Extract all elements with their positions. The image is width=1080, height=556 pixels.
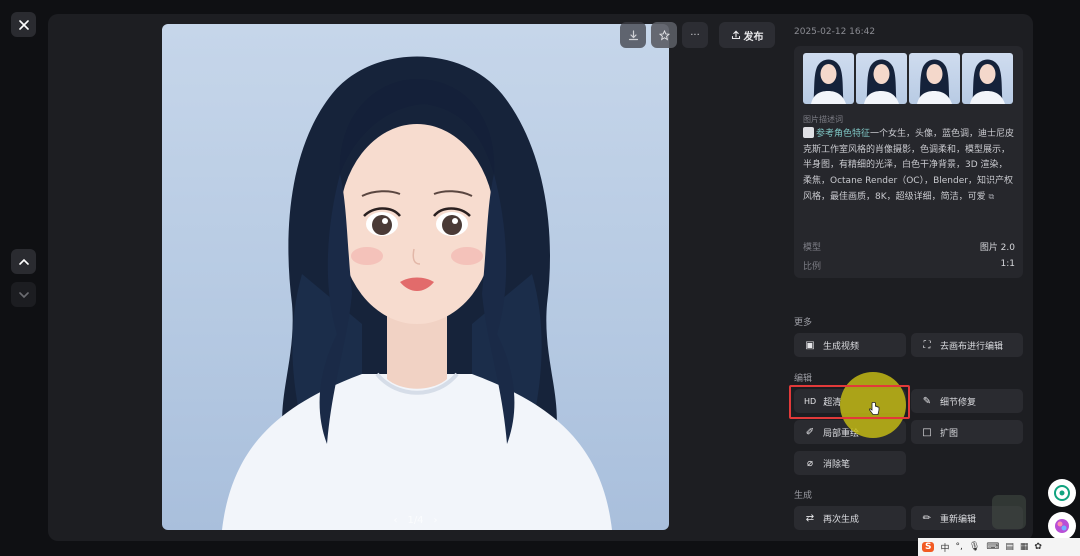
- video-icon: ▣: [805, 339, 815, 351]
- page-indicator: ‹ 1/4 ›: [393, 515, 437, 526]
- section-more-label: 更多: [794, 318, 813, 328]
- reference-tag[interactable]: 参考角色特征: [816, 129, 870, 139]
- publish-label: 发布: [743, 31, 764, 43]
- chevron-up-icon: [18, 258, 29, 265]
- thumbnail-strip: [803, 53, 1013, 104]
- canvas-edit-button[interactable]: ⛶ 去画布进行编辑: [911, 333, 1023, 357]
- ime-punct[interactable]: °,: [956, 542, 963, 552]
- description-body: 一个女生，头像，蓝色调，迪士尼皮克斯工作室风格的肖像摄影，色调柔和，模型展示，半…: [803, 129, 1015, 202]
- highlight-box: [789, 385, 910, 419]
- detail-fix-button[interactable]: ✎ 细节修复: [911, 389, 1023, 413]
- favorite-button[interactable]: [651, 22, 677, 48]
- more-icon: ···: [690, 29, 700, 41]
- meta-key: 比例: [803, 262, 822, 272]
- ai-brain-widget[interactable]: [1048, 512, 1076, 540]
- thumbnail-1[interactable]: [803, 53, 854, 104]
- meta-value: 图片 2.0: [979, 243, 1015, 253]
- regenerate-label: 再次生成: [823, 514, 860, 525]
- page-indicator-text: 1/4: [407, 515, 424, 526]
- generate-video-label: 生成视频: [823, 341, 860, 352]
- eraser-label: 消除笔: [823, 459, 851, 470]
- sogou-ime-icon[interactable]: S: [922, 542, 935, 552]
- magic-wand-icon: ✎: [922, 395, 932, 407]
- reedit-label: 重新编辑: [940, 514, 977, 525]
- page-prev-icon[interactable]: ‹: [393, 515, 397, 526]
- thumbnail-3[interactable]: [909, 53, 960, 104]
- copy-icon[interactable]: ⧉: [989, 192, 995, 201]
- publish-button[interactable]: 发布: [719, 22, 775, 48]
- chevron-down-icon: [18, 291, 29, 298]
- skin-icon[interactable]: ▤: [1005, 542, 1014, 552]
- system-taskbar: S 中 °, 🎙 ⌨ ▤ ▦ ✿: [918, 538, 1080, 556]
- brush-icon: ✐: [805, 426, 815, 438]
- eraser-icon: ⌀: [806, 457, 814, 469]
- section-edit-label: 编辑: [794, 374, 813, 384]
- hand-cursor-icon: [869, 402, 880, 415]
- ime-language[interactable]: 中: [940, 541, 949, 554]
- thumbnail-4[interactable]: [962, 53, 1013, 104]
- chatgpt-widget[interactable]: [1048, 479, 1076, 507]
- close-icon: [18, 19, 29, 30]
- description-text: 参考角色特征一个女生，头像，蓝色调，迪士尼皮克斯工作室风格的肖像摄影，色调柔和，…: [803, 127, 1015, 206]
- watermark-logo: [992, 495, 1026, 529]
- close-button[interactable]: [11, 12, 36, 37]
- description-label: 图片描述词: [803, 115, 843, 124]
- meta-value: 1:1: [1000, 259, 1015, 269]
- star-icon: [658, 29, 670, 40]
- outpaint-button[interactable]: □ 扩图: [911, 420, 1023, 444]
- microphone-icon[interactable]: 🎙: [969, 542, 980, 552]
- grid-icon[interactable]: ▦: [1020, 542, 1029, 552]
- meta-row-ratio: 比例 1:1: [803, 259, 1015, 272]
- expand-icon: □: [922, 426, 932, 438]
- download-icon: [628, 29, 638, 40]
- generate-video-button[interactable]: ▣ 生成视频: [794, 333, 906, 357]
- more-options-button[interactable]: ···: [682, 22, 708, 48]
- portrait-illustration: [222, 56, 612, 530]
- upload-icon: [731, 30, 740, 40]
- download-button[interactable]: [620, 22, 646, 48]
- previous-image-button[interactable]: [11, 249, 36, 274]
- refresh-icon: ⇄: [805, 512, 815, 524]
- canvas-icon: ⛶: [923, 339, 931, 351]
- outpaint-label: 扩图: [940, 428, 959, 439]
- timestamp: 2025-02-12 16:42: [794, 27, 876, 37]
- thumbnail-2[interactable]: [856, 53, 907, 104]
- reference-character-icon: [803, 127, 814, 138]
- assistant-logo-icon: [1054, 485, 1070, 501]
- page-next-icon[interactable]: ›: [434, 515, 438, 526]
- canvas-edit-label: 去画布进行编辑: [940, 341, 1004, 352]
- mascot-icon[interactable]: ✿: [1034, 542, 1042, 552]
- section-generate-label: 生成: [794, 491, 813, 501]
- meta-row-model: 模型 图片 2.0: [803, 240, 1015, 253]
- generated-image[interactable]: ‹ 1/4 ›: [162, 24, 669, 530]
- details-sidebar: 2025-02-12 16:42 图片描述词 参考角色特征一个女生，头像，蓝色调…: [794, 0, 1026, 556]
- keyboard-icon[interactable]: ⌨: [986, 542, 999, 552]
- eraser-button[interactable]: ⌀ 消除笔: [794, 451, 906, 475]
- regenerate-button[interactable]: ⇄ 再次生成: [794, 506, 906, 530]
- brain-icon: [1055, 519, 1069, 533]
- info-card: 图片描述词 参考角色特征一个女生，头像，蓝色调，迪士尼皮克斯工作室风格的肖像摄影…: [794, 46, 1023, 278]
- next-image-button[interactable]: [11, 282, 36, 307]
- pencil-icon: ✏: [922, 512, 932, 524]
- detail-fix-label: 细节修复: [940, 397, 977, 408]
- meta-key: 模型: [803, 243, 822, 253]
